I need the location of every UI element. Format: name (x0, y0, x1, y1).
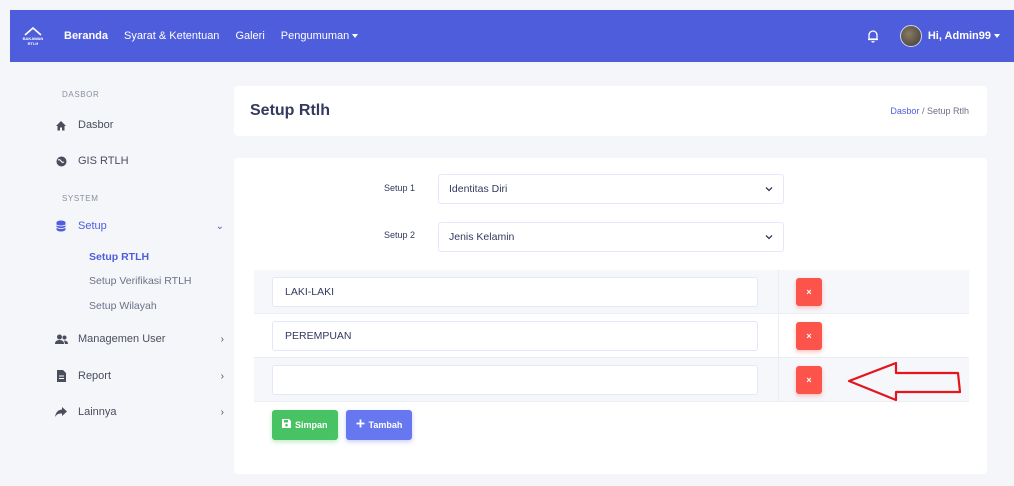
nav-beranda[interactable]: Beranda (64, 30, 108, 42)
breadcrumb-current: Setup Rtlh (926, 106, 969, 116)
nav-pengumuman[interactable]: Pengumuman (281, 30, 359, 42)
chevron-down-icon (765, 187, 773, 192)
setup-form-card: Setup 1 Identitas Diri Setup 2 Jenis Kel… (234, 158, 987, 474)
chevron-down-icon: ⌄ (215, 220, 224, 232)
chevron-right-icon: › (220, 406, 224, 418)
sidebar-item-setup[interactable]: Setup ⌄ (54, 220, 224, 232)
caret-down-icon (994, 34, 1000, 38)
delete-button[interactable]: × (796, 321, 822, 350)
house-roof-icon (24, 26, 42, 36)
share-icon (54, 406, 68, 418)
setup1-select[interactable]: Identitas Diri (438, 174, 784, 204)
option-input[interactable] (272, 364, 758, 395)
sidebar-item-label: Managemen User (78, 333, 166, 345)
sidebar-item-dasbor[interactable]: Dasbor (54, 119, 224, 131)
nav-pengumuman-label: Pengumuman (280, 30, 350, 42)
database-icon (54, 220, 68, 232)
page-title: Setup Rtlh (250, 102, 330, 119)
chevron-down-icon (765, 235, 773, 240)
delete-button[interactable]: × (796, 365, 822, 394)
row-divider (778, 270, 779, 313)
setup2-selected-value: Jenis Kelamin (449, 231, 515, 243)
save-button-label: Simpan (295, 420, 328, 430)
delete-button[interactable]: × (796, 277, 822, 306)
bell-icon[interactable] (866, 29, 880, 43)
nav-galeri[interactable]: Galeri (235, 30, 264, 42)
sidebar-subitem-setup-verifikasi-rtlh[interactable]: Setup Verifikasi RTLH (89, 275, 192, 287)
chevron-right-icon: › (220, 370, 224, 382)
add-button-label: Tambah (368, 420, 403, 430)
breadcrumb-link-dasbor[interactable]: Dasbor (890, 106, 919, 116)
save-button[interactable]: Simpan (272, 410, 338, 440)
globe-icon (54, 155, 68, 167)
sidebar-subitem-setup-rtlh[interactable]: Setup RTLH (89, 251, 149, 263)
users-icon (54, 333, 68, 345)
setup1-label: Setup 1 (384, 183, 416, 193)
navbar-right: Hi, Admin99 (866, 25, 1000, 47)
sidebar-item-managemen-user[interactable]: Managemen User › (54, 333, 224, 345)
sidebar-item-label: Report (78, 370, 112, 382)
sidebar-subitem-setup-wilayah[interactable]: Setup Wilayah (89, 300, 157, 312)
table-row: LAKI-LAKI × (254, 270, 969, 314)
setup1-selected-value: Identitas Diri (449, 183, 508, 195)
setup2-label: Setup 2 (384, 230, 416, 240)
main-nav: Beranda Syarat & Ketentuan Galeri Pengum… (64, 30, 374, 42)
sidebar-item-label: GIS RTLH (78, 155, 129, 167)
row-divider (778, 314, 779, 357)
row-divider (778, 358, 779, 401)
floppy-disk-icon (282, 419, 291, 431)
file-icon (54, 370, 68, 382)
sidebar-item-label: Lainnya (78, 406, 117, 418)
avatar[interactable] (899, 25, 922, 47)
table-row: PEREMPUAN × (254, 314, 969, 358)
app-logo[interactable]: BAKAWAN RTLH (18, 21, 48, 51)
sidebar-item-report[interactable]: Report › (54, 370, 224, 382)
logo-text: BAKAWAN RTLH (22, 36, 44, 46)
sidebar-section-system: SYSTEM (62, 194, 99, 203)
caret-down-icon (352, 34, 359, 38)
user-menu[interactable]: Hi, Admin99 (928, 30, 1000, 42)
form-actions: Simpan Tambah (272, 410, 420, 440)
option-input[interactable]: PEREMPUAN (272, 320, 758, 351)
setup2-select[interactable]: Jenis Kelamin (438, 222, 784, 252)
plus-icon (356, 419, 365, 431)
nav-syarat-ketentuan[interactable]: Syarat & Ketentuan (124, 30, 219, 42)
add-button[interactable]: Tambah (345, 410, 413, 440)
user-greeting: Hi, Admin99 (927, 30, 991, 42)
breadcrumb-separator: / (921, 106, 925, 116)
sidebar-item-gis-rtlh[interactable]: GIS RTLH (54, 155, 224, 167)
sidebar-section-dasbor: DASBOR (62, 90, 100, 99)
annotation-arrow-icon (847, 361, 962, 402)
chevron-right-icon: › (220, 333, 224, 345)
home-icon (54, 119, 68, 131)
sidebar-item-label: Dasbor (78, 119, 114, 131)
page-header-card: Setup Rtlh Dasbor / Setup Rtlh (234, 86, 987, 136)
sidebar-item-label: Setup (78, 220, 107, 232)
option-input[interactable]: LAKI-LAKI (272, 276, 758, 307)
sidebar: DASBOR Dasbor GIS RTLH SYSTEM Setup ⌄ Se… (10, 62, 235, 486)
sidebar-item-lainnya[interactable]: Lainnya › (54, 406, 224, 418)
top-navbar: BAKAWAN RTLH Beranda Syarat & Ketentuan … (10, 10, 1014, 62)
breadcrumb: Dasbor / Setup Rtlh (890, 106, 969, 116)
